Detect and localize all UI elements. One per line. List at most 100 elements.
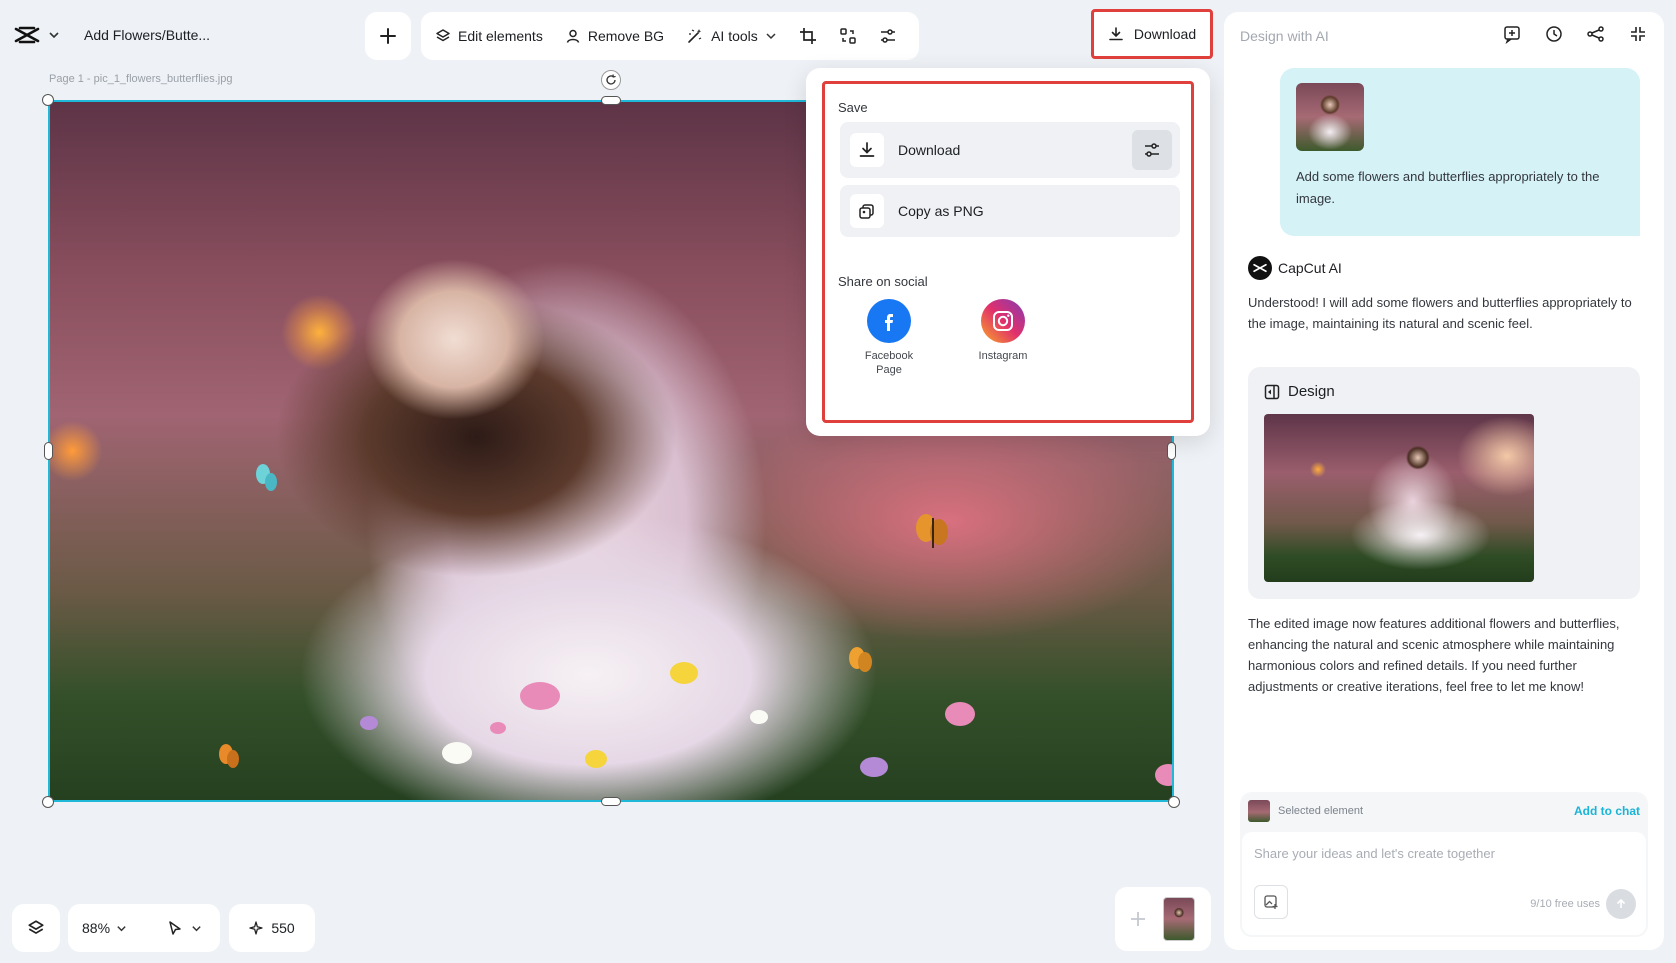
- share-icon[interactable]: [1586, 24, 1606, 44]
- pointer-tool-select[interactable]: [167, 920, 202, 936]
- download-icon: [850, 133, 884, 167]
- flower: [860, 757, 888, 777]
- resize-handle-bottom[interactable]: [601, 797, 621, 806]
- capcut-ai-icon: [1248, 256, 1272, 280]
- flower: [520, 682, 560, 710]
- plus-icon: [379, 27, 397, 45]
- resize-handle-tl[interactable]: [42, 94, 54, 106]
- ai-header: CapCut AI: [1248, 256, 1342, 280]
- page-thumbnail[interactable]: [1163, 897, 1195, 941]
- image-add-icon: [1263, 894, 1279, 910]
- add-button[interactable]: [365, 12, 411, 60]
- flower: [490, 722, 506, 734]
- crop-button[interactable]: [799, 27, 817, 45]
- flower: [945, 702, 975, 726]
- new-chat-icon[interactable]: [1502, 24, 1522, 44]
- butterfly: [915, 512, 951, 554]
- flower: [750, 710, 768, 724]
- selected-element-thumbnail: [1248, 800, 1270, 822]
- design-icon: [1264, 384, 1280, 400]
- download-options: Save Download Copy as PNG Share on socia…: [822, 81, 1194, 423]
- flower: [442, 742, 472, 764]
- transform-icon: [839, 27, 857, 45]
- person-icon: [565, 28, 581, 44]
- design-result-card[interactable]: Design: [1248, 367, 1640, 599]
- free-uses-count: 9/10 free uses: [1530, 898, 1600, 910]
- ai-chat-panel: Design with AI Add some flowers and butt…: [1224, 12, 1664, 950]
- upscale-button[interactable]: [839, 27, 857, 45]
- user-attached-image[interactable]: [1296, 83, 1364, 151]
- download-icon: [1108, 26, 1124, 42]
- user-message: Add some flowers and butterflies appropr…: [1296, 169, 1600, 206]
- zoom-controls: 88%: [68, 904, 220, 952]
- resize-handle-br[interactable]: [1168, 796, 1180, 808]
- magic-wand-icon: [686, 27, 704, 45]
- pages-strip: [1115, 887, 1211, 951]
- app-brand[interactable]: Add Flowers/Butte...: [14, 20, 210, 50]
- add-to-chat-link[interactable]: Add to chat: [1574, 804, 1640, 818]
- save-section-label: Save: [838, 100, 868, 115]
- download-button[interactable]: Download: [1091, 9, 1213, 59]
- instagram-share[interactable]: Instagram: [963, 299, 1043, 363]
- facebook-share[interactable]: Facebook Page: [849, 299, 929, 377]
- instagram-icon: [981, 299, 1025, 343]
- ai-tools-button[interactable]: AI tools: [686, 27, 777, 45]
- download-settings-button[interactable]: [1132, 130, 1172, 170]
- flower: [585, 750, 607, 768]
- plus-icon: [1129, 910, 1147, 928]
- remove-bg-button[interactable]: Remove BG: [565, 28, 664, 44]
- zoom-select[interactable]: 88%: [82, 920, 127, 936]
- chevron-down-icon: [191, 923, 202, 934]
- resize-handle-right[interactable]: [1167, 442, 1176, 460]
- collapse-icon[interactable]: [1628, 24, 1648, 44]
- share-section-label: Share on social: [838, 274, 928, 289]
- chat-input-area: Selected element Add to chat 9/10 free u…: [1240, 792, 1648, 937]
- layers-button[interactable]: [12, 904, 60, 952]
- pointer-icon: [167, 920, 183, 936]
- send-button[interactable]: [1606, 889, 1636, 919]
- resize-handle-top[interactable]: [601, 96, 621, 105]
- edit-elements-button[interactable]: Edit elements: [435, 28, 543, 44]
- design-title: Design: [1264, 383, 1335, 400]
- chevron-down-icon[interactable]: [48, 29, 60, 41]
- butterfly: [255, 462, 281, 496]
- arrow-up-icon: [1615, 898, 1627, 910]
- butterfly: [848, 644, 874, 678]
- attach-image-button[interactable]: [1254, 885, 1288, 919]
- chevron-down-icon: [765, 30, 777, 42]
- doc-title[interactable]: Add Flowers/Butte...: [84, 27, 210, 43]
- ai-name: CapCut AI: [1278, 260, 1342, 276]
- butterfly: [218, 742, 242, 772]
- chat-input[interactable]: [1254, 846, 1634, 861]
- page-label: Page 1 - pic_1_flowers_butterflies.jpg: [49, 73, 233, 85]
- ai-message: Understood! I will add some flowers and …: [1248, 295, 1632, 331]
- flower: [670, 662, 698, 684]
- copy-as-png-option[interactable]: Copy as PNG: [840, 185, 1180, 237]
- copy-icon: [850, 194, 884, 228]
- design-result-image[interactable]: [1264, 414, 1534, 582]
- download-option[interactable]: Download: [840, 122, 1180, 178]
- adjust-button[interactable]: [879, 27, 897, 45]
- panel-title: Design with AI: [1240, 28, 1329, 44]
- resize-handle-bl[interactable]: [42, 796, 54, 808]
- chevron-down-icon: [116, 923, 127, 934]
- rotate-icon: [605, 74, 617, 86]
- history-icon[interactable]: [1544, 24, 1564, 44]
- layers-icon: [27, 919, 45, 937]
- credits-badge[interactable]: 550: [229, 904, 315, 952]
- flower: [1155, 764, 1172, 786]
- download-popup: Save Download Copy as PNG Share on socia…: [806, 68, 1210, 436]
- add-page-button[interactable]: [1123, 898, 1153, 940]
- resize-handle-left[interactable]: [44, 442, 53, 460]
- chat-input-container: 9/10 free uses: [1242, 832, 1646, 935]
- user-message-bubble: Add some flowers and butterflies appropr…: [1280, 68, 1640, 236]
- sliders-icon: [879, 27, 897, 45]
- capcut-logo-icon: [14, 25, 40, 45]
- flower: [360, 716, 378, 730]
- crop-icon: [799, 27, 817, 45]
- panel-actions: [1502, 24, 1648, 44]
- sparkle-icon: [249, 921, 263, 935]
- ai-message-result: The edited image now features additional…: [1248, 616, 1620, 694]
- rotate-handle[interactable]: [601, 70, 621, 90]
- sliders-icon: [1143, 141, 1161, 159]
